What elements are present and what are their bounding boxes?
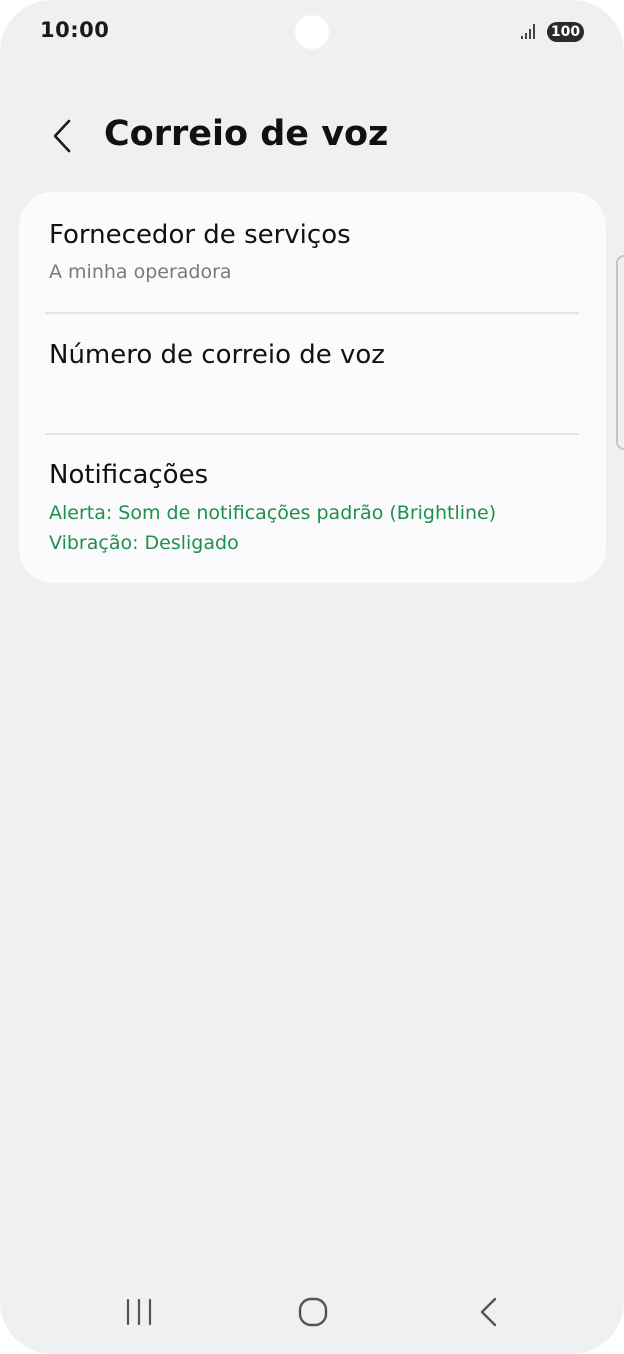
vibration-subtitle: Vibração: Desligado [49,532,239,554]
home-button[interactable] [283,1288,343,1336]
page-title: Correio de voz [104,114,389,154]
back-icon [480,1297,497,1327]
recent-apps-icon [126,1298,152,1326]
item-title: Fornecedor de serviços [49,220,351,250]
chevron-left-icon [53,119,71,153]
item-title: Notificações [49,460,209,490]
phone-screen: 10:00 100 Correio de voz Fornecedor de s… [0,0,624,1354]
camera-cutout [295,15,329,49]
item-title: Número de correio de voz [49,340,385,370]
recent-apps-button[interactable] [109,1288,169,1336]
settings-card: Fornecedor de serviços A minha operadora… [19,192,606,583]
home-icon [298,1297,328,1327]
nav-back-button[interactable] [458,1288,518,1336]
voicemail-number-item[interactable]: Número de correio de voz [19,314,606,434]
scroll-indicator[interactable] [616,255,624,450]
alert-subtitle: Alerta: Som de notificações padrão (Brig… [49,502,497,524]
signal-icon [521,24,535,39]
back-button[interactable] [40,112,84,160]
service-provider-item[interactable]: Fornecedor de serviços A minha operadora [19,192,606,312]
status-time: 10:00 [40,18,110,42]
notifications-item[interactable]: Notificações Alerta: Som de notificações… [19,435,606,583]
battery-indicator: 100 [547,22,584,42]
item-subtitle: A minha operadora [49,261,232,283]
